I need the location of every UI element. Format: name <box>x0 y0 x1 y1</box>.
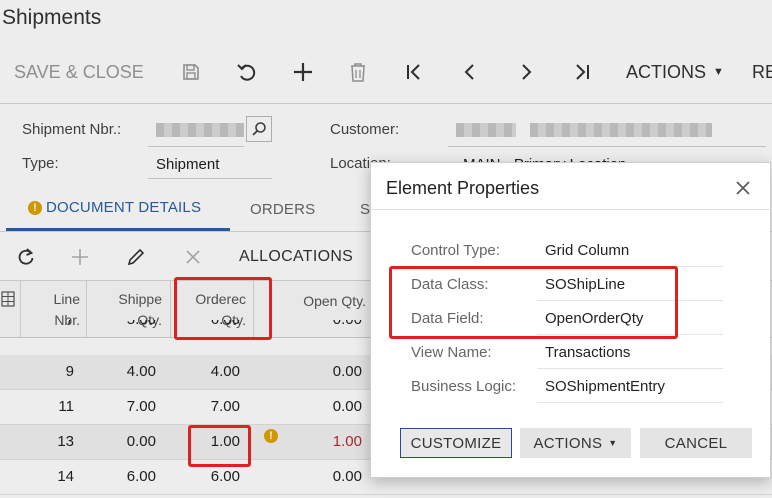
toolbar-divider <box>0 103 772 104</box>
property-underline <box>537 402 723 403</box>
cell-shipped-qty: 5.00 <box>92 320 156 328</box>
previous-record-icon[interactable] <box>462 52 478 92</box>
cell-open-qty: 0.00 <box>332 468 362 485</box>
edit-icon[interactable] <box>126 242 146 272</box>
save-icon[interactable] <box>181 52 201 92</box>
main-toolbar: SAVE & CLOSE ACTIONS ▼ RE <box>0 52 772 92</box>
type-label: Type: <box>22 155 59 172</box>
cell-line-nbr: 14 <box>57 468 74 485</box>
customer-id-field[interactable] <box>456 123 516 137</box>
actions-menu-button[interactable]: ACTIONS ▼ <box>626 52 724 92</box>
delete-icon[interactable] <box>349 52 367 92</box>
shipment-nbr-label: Shipment Nbr.: <box>22 121 122 138</box>
dialog-divider <box>371 209 772 210</box>
reports-menu-button[interactable]: RE <box>752 52 772 92</box>
highlight-box-data-fields <box>389 266 678 339</box>
tab-document-details[interactable]: ! DOCUMENT DETAILS <box>28 199 201 216</box>
cell-shipped-qty: 4.00 <box>126 363 156 380</box>
cell-open-qty: 0.00 <box>332 398 362 415</box>
property-label: View Name: <box>411 344 492 361</box>
cell-line-nbr: 11 <box>58 398 74 415</box>
save-close-button[interactable]: SAVE & CLOSE <box>14 52 144 92</box>
cell-line-nbr: 13 <box>57 433 74 450</box>
cell-shipped-qty: 0.00 <box>126 433 156 450</box>
first-record-icon[interactable] <box>404 52 424 92</box>
cell-ordered-qty: 4.00 <box>210 363 240 380</box>
cell-ordered-qty: 6.00 <box>210 468 240 485</box>
property-value: Transactions <box>545 344 631 361</box>
customer-underline <box>448 146 766 147</box>
property-underline <box>537 368 723 369</box>
cell-shipped-qty: 7.00 <box>126 398 156 415</box>
property-label: Business Logic: <box>411 378 517 395</box>
close-icon[interactable] <box>731 176 755 200</box>
dialog-actions-label: ACTIONS <box>533 434 603 452</box>
dialog-actions-button[interactable]: ACTIONS ▼ <box>520 428 631 458</box>
customer-label: Customer: <box>330 121 400 138</box>
column-header-open-qty[interactable]: Open Qty. <box>262 291 366 312</box>
tab-next[interactable]: S <box>360 201 370 218</box>
search-icon[interactable] <box>246 116 272 142</box>
warning-icon: ! <box>28 201 42 215</box>
column-settings-icon[interactable] <box>1 291 15 312</box>
property-label: Control Type: <box>411 242 500 259</box>
refresh-icon[interactable] <box>16 242 36 272</box>
add-icon[interactable] <box>292 52 314 92</box>
allocations-button[interactable]: ALLOCATIONS <box>239 242 353 272</box>
property-row: View Name: Transactions <box>411 336 723 370</box>
header-text: Shippe <box>118 291 162 307</box>
tab-orders[interactable]: ORDERS <box>250 201 315 218</box>
property-value: Grid Column <box>545 242 630 259</box>
last-record-icon[interactable] <box>572 52 592 92</box>
highlight-box-ordered-header <box>174 277 272 340</box>
type-underline <box>148 178 272 179</box>
cell-open-qty: 0.00 <box>332 363 362 380</box>
cell-open-qty: 0.00 <box>262 320 362 328</box>
cell-ordered-qty: 7.00 <box>210 398 240 415</box>
customer-name-field <box>530 123 712 137</box>
customize-button[interactable]: CUSTOMIZE <box>400 428 512 458</box>
cell-shipped-qty: 6.00 <box>126 468 156 485</box>
property-value: SOShipmentEntry <box>545 378 666 395</box>
delete-row-icon[interactable] <box>184 242 202 272</box>
caret-down-icon: ▼ <box>713 66 724 78</box>
caret-down-icon: ▼ <box>608 438 618 448</box>
cell-open-qty: 1.00 <box>332 433 362 450</box>
highlight-box-ordered-cell <box>188 425 251 467</box>
type-value[interactable]: Shipment <box>156 156 219 173</box>
header-text: Line <box>53 291 80 307</box>
add-row-icon[interactable] <box>70 242 90 272</box>
actions-label: ACTIONS <box>626 61 707 82</box>
next-record-icon[interactable] <box>518 52 534 92</box>
shipment-nbr-underline <box>148 146 244 147</box>
cell-line-nbr: 7 <box>22 320 74 328</box>
undo-icon[interactable] <box>236 52 258 92</box>
cell-line-nbr: 9 <box>65 363 74 380</box>
page-title: Shipments <box>2 6 102 29</box>
property-row: Control Type: Grid Column <box>411 234 723 268</box>
tab-label: DOCUMENT DETAILS <box>46 199 202 216</box>
dialog-title: Element Properties <box>386 178 540 198</box>
element-properties-dialog: Element Properties Control Type: Grid Co… <box>370 162 772 478</box>
shipments-page: Shipments SAVE & CLOSE ACTIONS ▼ RE Ship… <box>0 0 772 498</box>
cancel-button[interactable]: CANCEL <box>640 428 752 458</box>
property-row: Business Logic: SOShipmentEntry <box>411 370 723 404</box>
shipment-nbr-field[interactable] <box>156 123 244 137</box>
